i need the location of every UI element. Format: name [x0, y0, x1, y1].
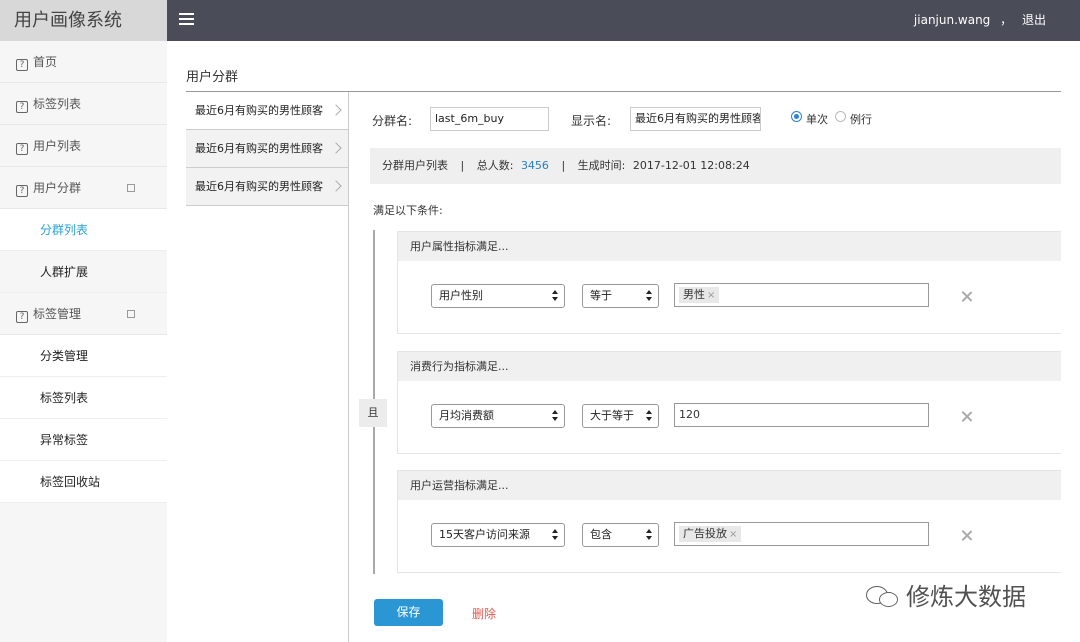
- tag-chip: 男性 ×: [679, 287, 720, 303]
- user-area: jianjun.wang ， 退出: [914, 0, 1046, 41]
- operator-select[interactable]: 大于等于: [582, 404, 659, 428]
- select-arrows-icon: [646, 410, 652, 422]
- chevron-right-icon: [330, 180, 342, 192]
- save-button[interactable]: 保存: [374, 599, 443, 626]
- field-select-value: 15天客户访问来源: [439, 528, 530, 541]
- sidebar-item-label: 标签管理: [33, 307, 82, 321]
- select-arrows-icon: [552, 290, 558, 302]
- tag-remove-icon[interactable]: ×: [729, 529, 737, 540]
- sidebar-item-user-segment[interactable]: ? 用户分群: [0, 167, 167, 209]
- help-square-icon: ?: [16, 185, 28, 197]
- chevron-right-icon: [330, 142, 342, 154]
- collapse-icon[interactable]: [127, 310, 135, 318]
- sidebar-subitem-segment-list[interactable]: 分群列表: [0, 209, 167, 251]
- sidebar-subitem-abnormal-tags[interactable]: 异常标签: [0, 419, 167, 461]
- segment-name: 最近6月有购买的男性顾客: [195, 180, 323, 193]
- tag-remove-icon[interactable]: ×: [707, 290, 715, 301]
- top-bar: jianjun.wang ， 退出: [167, 0, 1080, 41]
- sidebar-item-tag-list[interactable]: ? 标签列表: [0, 83, 167, 125]
- help-square-icon: ?: [16, 143, 28, 155]
- logout-link[interactable]: 退出: [1022, 13, 1046, 27]
- created-label: 生成时间:: [577, 159, 626, 172]
- sidebar-item-label: 用户分群: [33, 181, 82, 195]
- sidebar-subitem-tag-recycle-bin[interactable]: 标签回收站: [0, 461, 167, 503]
- display-name-input[interactable]: 最近6月有购买的男性顾客: [630, 107, 761, 131]
- remove-condition-icon[interactable]: [962, 411, 972, 421]
- user-list-link[interactable]: 分群用户列表: [382, 159, 448, 172]
- sidebar-subitem-tag-list[interactable]: 标签列表: [0, 377, 167, 419]
- tag-chip: 广告投放 ×: [679, 526, 742, 542]
- sidebar-item-label: 用户列表: [33, 139, 82, 153]
- collapse-icon[interactable]: [127, 184, 135, 192]
- field-select[interactable]: 用户性别: [431, 284, 565, 308]
- group-name-input[interactable]: last_6m_buy: [430, 107, 549, 131]
- list-item[interactable]: 最近6月有购买的男性顾客: [186, 130, 348, 168]
- panel-divider: [348, 92, 349, 642]
- condition-group-title: 用户属性指标满足...: [398, 232, 1061, 261]
- value-input[interactable]: 120: [674, 403, 929, 427]
- radio-routine-label: 例行: [850, 113, 872, 126]
- select-arrows-icon: [646, 529, 652, 541]
- field-select[interactable]: 15天客户访问来源: [431, 523, 565, 547]
- operator-select[interactable]: 等于: [582, 284, 659, 308]
- operator-select-value: 包含: [590, 528, 612, 541]
- list-item[interactable]: 最近6月有购买的男性顾客: [186, 92, 348, 130]
- sidebar-item-user-list[interactable]: ? 用户列表: [0, 125, 167, 167]
- watermark-text: 修炼大数据: [906, 583, 1026, 611]
- operator-select-value: 等于: [590, 289, 612, 302]
- user-separator: ，: [1000, 13, 1013, 27]
- segment-info-bar: 分群用户列表 | 总人数: 3456 | 生成时间: 2017-12-01 12…: [370, 148, 1061, 184]
- sidebar-item-tag-manage[interactable]: ? 标签管理: [0, 293, 167, 335]
- sidebar: ? 首页 ? 标签列表 ? 用户列表 ? 用户分群 分群列表 人群扩展 ? 标签管理 分类…: [0, 41, 167, 642]
- radio-routine[interactable]: [835, 111, 846, 122]
- remove-condition-icon[interactable]: [962, 530, 972, 540]
- help-square-icon: ?: [16, 101, 28, 113]
- field-select[interactable]: 月均消费额: [431, 404, 565, 428]
- conditions-heading: 满足以下条件:: [373, 204, 443, 217]
- total-label: 总人数:: [476, 159, 514, 172]
- help-square-icon: ?: [16, 59, 28, 71]
- logic-operator[interactable]: 且: [359, 399, 387, 427]
- sidebar-item-home[interactable]: ? 首页: [0, 41, 167, 83]
- select-arrows-icon: [646, 290, 652, 302]
- list-item[interactable]: 最近6月有购买的男性顾客: [186, 168, 348, 206]
- sidebar-item-label: 标签列表: [33, 97, 82, 111]
- radio-once[interactable]: [791, 111, 802, 122]
- segment-list: 最近6月有购买的男性顾客 最近6月有购买的男性顾客 最近6月有购买的男性顾客: [186, 92, 348, 206]
- display-name-label: 显示名:: [571, 114, 612, 128]
- operator-select-value: 大于等于: [590, 409, 634, 422]
- total-count: 3456: [520, 159, 549, 172]
- segment-name: 最近6月有购买的男性顾客: [195, 142, 323, 155]
- radio-once-label: 单次: [806, 113, 828, 126]
- username[interactable]: jianjun.wang: [914, 13, 990, 27]
- operator-select[interactable]: 包含: [582, 523, 659, 547]
- sidebar-item-label: 首页: [33, 55, 58, 69]
- chevron-right-icon: [330, 104, 342, 116]
- menu-icon[interactable]: [179, 13, 194, 27]
- remove-condition-icon[interactable]: [962, 291, 972, 301]
- condition-group-title: 用户运营指标满足...: [398, 471, 1061, 500]
- sidebar-subitem-category-manage[interactable]: 分类管理: [0, 335, 167, 377]
- select-arrows-icon: [552, 410, 558, 422]
- separator: |: [561, 159, 566, 172]
- app-title: 用户画像系统: [0, 0, 167, 41]
- field-select-value: 月均消费额: [439, 409, 494, 422]
- watermark: 修炼大数据: [866, 577, 1026, 612]
- page-title: 用户分群: [186, 70, 239, 85]
- select-arrows-icon: [552, 529, 558, 541]
- condition-group-title: 消费行为指标满足...: [398, 352, 1061, 381]
- help-square-icon: ?: [16, 311, 28, 323]
- tag-input[interactable]: 广告投放 ×: [674, 522, 929, 546]
- field-select-value: 用户性别: [439, 289, 483, 302]
- tag-input[interactable]: 男性 ×: [674, 283, 929, 307]
- segment-name: 最近6月有购买的男性顾客: [195, 104, 323, 117]
- separator: |: [460, 159, 465, 172]
- sidebar-subitem-crowd-expand[interactable]: 人群扩展: [0, 251, 167, 293]
- wechat-icon: [866, 586, 900, 608]
- delete-button[interactable]: 删除: [472, 605, 496, 622]
- created-time: 2017-12-01 12:08:24: [632, 159, 750, 172]
- group-name-label: 分群名:: [372, 114, 413, 128]
- tag-chip-label: 男性: [683, 288, 705, 301]
- tag-chip-label: 广告投放: [683, 527, 727, 540]
